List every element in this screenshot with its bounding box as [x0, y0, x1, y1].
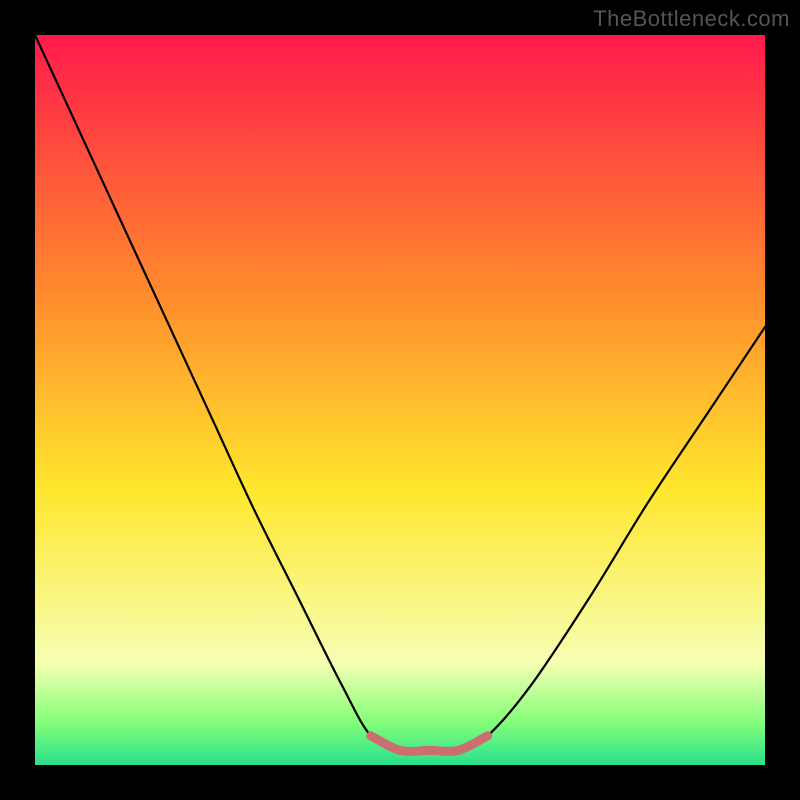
plot-area-gradient [35, 35, 765, 765]
watermark-text: TheBottleneck.com [593, 6, 790, 32]
chart-svg [0, 0, 800, 800]
chart-frame: { "watermark": "TheBottleneck.com", "col… [0, 0, 800, 800]
